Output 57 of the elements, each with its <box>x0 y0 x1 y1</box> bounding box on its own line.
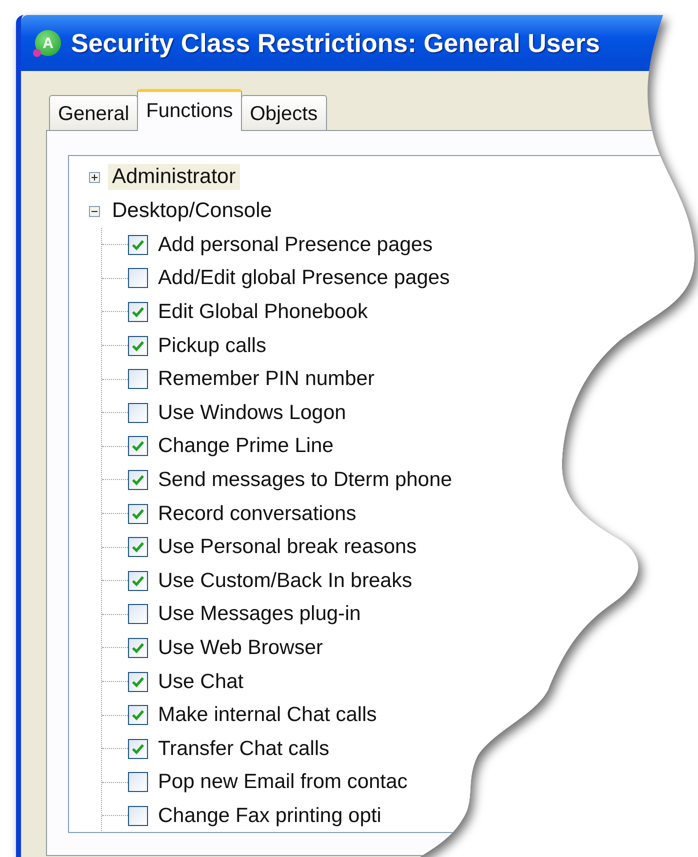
checkbox[interactable] <box>128 672 148 692</box>
checkbox[interactable] <box>128 234 148 255</box>
checkmark-icon <box>131 338 145 353</box>
checkmark-icon <box>131 472 145 487</box>
tab[interactable]: Functions <box>137 89 242 131</box>
app-logo-icon: A <box>35 30 61 56</box>
tree-item[interactable]: Administrator <box>108 164 240 190</box>
checkbox[interactable] <box>128 436 148 456</box>
checkbox-label: Change Prime Line <box>158 434 334 458</box>
checkbox-label: Send messages to Dterm phone <box>158 468 452 492</box>
checkbox[interactable] <box>128 470 148 490</box>
checkbox-label: Edit Global Phonebook <box>158 300 368 324</box>
checkbox[interactable] <box>128 738 148 759</box>
plus-box-icon[interactable] <box>89 172 100 182</box>
tree-item[interactable]: Desktop/Console <box>108 198 276 224</box>
checkbox-label: Transfer Chat calls <box>158 736 330 761</box>
checkbox-label: Record conversations <box>158 502 356 526</box>
checkbox-label: Use Messages plug-in <box>158 602 361 626</box>
checkmark-icon <box>131 742 145 756</box>
checkbox-label: Use Custom/Back In breaks <box>158 568 412 593</box>
checkbox[interactable] <box>128 402 148 423</box>
checkbox-label: Remember PIN number <box>158 367 374 392</box>
checkmark-icon <box>131 506 145 521</box>
checkbox-label: Use Personal break reasons <box>158 535 417 560</box>
checkbox-label: Use Web Browser <box>158 636 323 660</box>
checkbox-label: Add/Edit global Presence pages <box>158 266 450 290</box>
checkmark-icon <box>131 304 145 319</box>
tab[interactable]: Objects <box>240 95 327 130</box>
checkbox[interactable] <box>128 772 148 792</box>
checkbox[interactable] <box>128 336 148 356</box>
checkbox[interactable] <box>128 268 148 288</box>
checkbox-label: Use Chat <box>158 670 244 694</box>
checkbox[interactable] <box>128 369 148 390</box>
tab[interactable]: General <box>49 95 138 130</box>
checkbox[interactable] <box>128 604 148 624</box>
checkmark-icon <box>131 640 145 655</box>
checkbox[interactable] <box>128 504 148 524</box>
checkmark-icon <box>131 708 145 722</box>
checkmark-icon <box>131 540 145 554</box>
minus-box-icon[interactable] <box>89 206 100 216</box>
checkbox-label: Use Windows Logon <box>158 400 346 425</box>
checkmark-icon <box>131 574 145 588</box>
checkbox-label: Change Fax printing opti <box>158 804 382 828</box>
checkbox[interactable] <box>128 302 148 322</box>
checkbox[interactable] <box>128 638 148 658</box>
checkbox-label: Pickup calls <box>158 334 266 358</box>
checkmark-icon <box>131 674 145 689</box>
checkmark-icon <box>131 238 145 252</box>
checkbox-label: Pop new Email from contac <box>158 770 408 794</box>
checkbox-label: Add personal Presence pages <box>158 232 433 257</box>
checkmark-icon <box>131 439 145 454</box>
checkbox[interactable] <box>128 570 148 591</box>
window-title: Security Class Restrictions: General Users <box>71 28 600 58</box>
checkbox-label: Make internal Chat calls <box>158 703 377 728</box>
checkbox[interactable] <box>128 705 148 726</box>
checkbox[interactable] <box>128 806 148 826</box>
checkbox[interactable] <box>128 537 148 558</box>
